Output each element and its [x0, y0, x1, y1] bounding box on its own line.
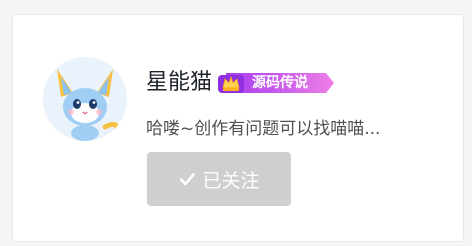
- avatar[interactable]: [43, 57, 127, 141]
- cartoon-cat-avatar-icon: [43, 57, 127, 141]
- name-row: 星能猫 源码传说: [146, 66, 336, 100]
- check-icon: [178, 170, 196, 188]
- follow-button-label: 已关注: [202, 169, 260, 192]
- follow-button[interactable]: 已关注: [147, 152, 291, 206]
- username[interactable]: 星能猫: [146, 67, 212, 99]
- user-card: 星能猫 源码传说 哈喽~创作有问题可以找喵喵... 已关注: [12, 14, 464, 242]
- level-badge[interactable]: 源码传说: [216, 69, 336, 97]
- badge-label: 源码传说: [252, 75, 309, 91]
- user-bio: 哈喽~创作有问题可以找喵喵...: [146, 119, 381, 139]
- crown-icon: [218, 75, 245, 93]
